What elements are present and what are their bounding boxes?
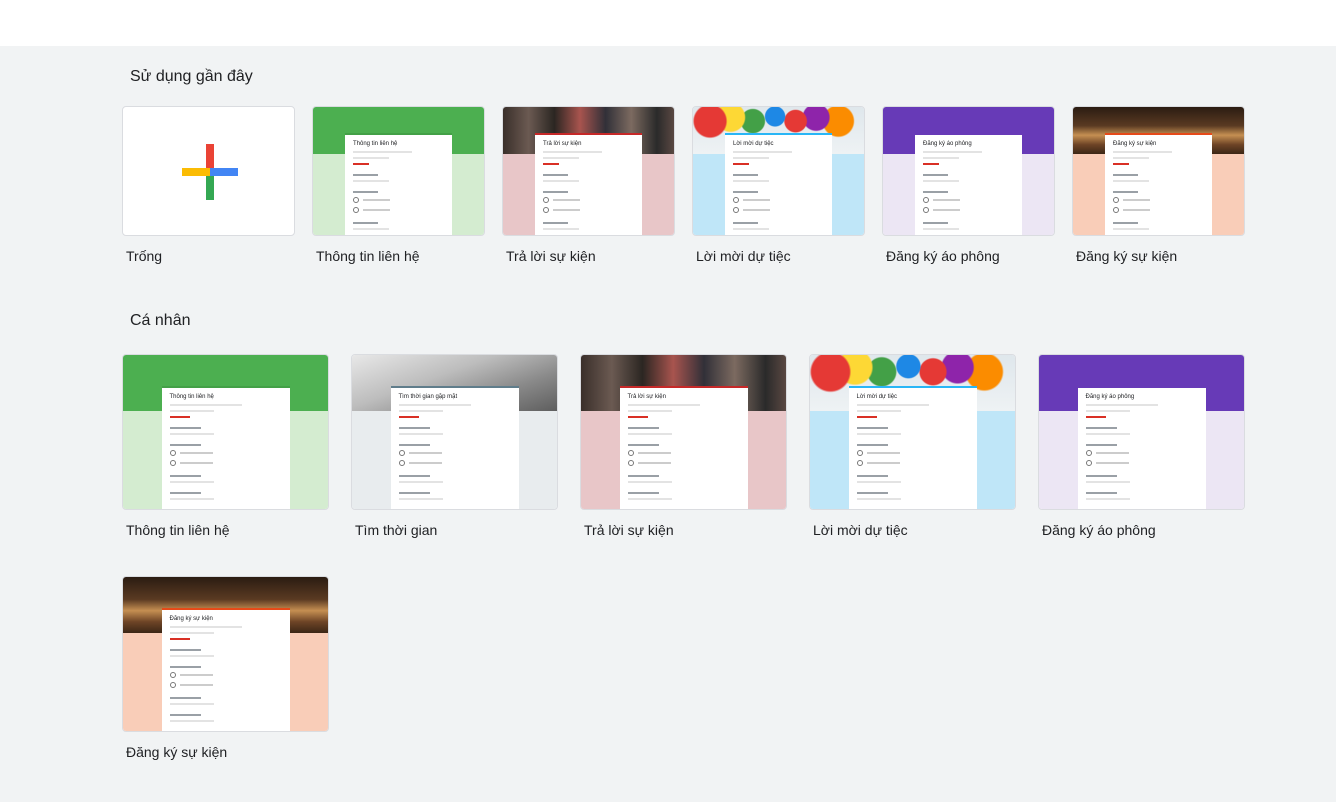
form-title: Lời mời dự tiệc xyxy=(856,393,898,400)
template-label[interactable]: Thông tin liên hệ xyxy=(316,248,420,264)
form-title: Tìm thời gian gặp mặt xyxy=(398,393,458,400)
form-accent-bar xyxy=(915,132,1022,135)
form-title: Thông tin liên hệ xyxy=(169,393,214,400)
template-label[interactable]: Trống xyxy=(126,248,162,264)
form-title: Lời mời dự tiệc xyxy=(733,140,774,147)
template-label[interactable]: Đăng ký sự kiện xyxy=(126,744,227,760)
template-card-blank[interactable]: Trống xyxy=(122,106,295,266)
template-thumbnail[interactable]: Trả lời sự kiện xyxy=(580,354,787,510)
form-accent-bar xyxy=(161,607,290,610)
form-accent-bar xyxy=(1077,385,1206,388)
template-label[interactable]: Trả lời sự kiện xyxy=(506,248,596,264)
template-thumbnail[interactable]: Đăng ký sự kiện xyxy=(1072,106,1245,236)
form-preview: Đăng ký sự kiện xyxy=(161,607,290,731)
template-card-trả-lời-sự-kiện[interactable]: Trả lời sự kiện Trả lời sự kiện xyxy=(502,106,675,266)
form-preview: Đăng ký áo phông xyxy=(1077,385,1206,509)
template-label[interactable]: Đăng ký áo phông xyxy=(886,248,1000,264)
template-label[interactable]: Đăng ký áo phông xyxy=(1042,522,1156,538)
form-accent-bar xyxy=(1105,132,1212,135)
form-title: Đăng ký sự kiện xyxy=(169,615,213,622)
template-thumbnail[interactable]: Trả lời sự kiện xyxy=(502,106,675,236)
form-accent-bar xyxy=(848,385,977,388)
template-thumbnail[interactable]: Lời mời dự tiệc xyxy=(809,354,1016,510)
form-title: Trả lời sự kiện xyxy=(543,140,582,147)
form-accent-bar xyxy=(725,132,832,135)
form-title: Đăng ký áo phông xyxy=(923,140,972,147)
template-thumbnail[interactable]: Đăng ký áo phông xyxy=(882,106,1055,236)
form-title: Trả lời sự kiện xyxy=(627,393,666,400)
template-card-đăng-ký-áo-phông[interactable]: Đăng ký áo phông Đăng ký áo phông xyxy=(882,106,1055,266)
form-preview: Trả lời sự kiện xyxy=(619,385,748,509)
template-thumbnail[interactable]: Thông tin liên hệ xyxy=(312,106,485,236)
form-preview: Đăng ký áo phông xyxy=(915,132,1022,235)
template-label[interactable]: Thông tin liên hệ xyxy=(126,522,230,538)
form-title: Thông tin liên hệ xyxy=(353,140,398,147)
template-thumbnail[interactable]: Tìm thời gian gặp mặt xyxy=(351,354,558,510)
template-card-đăng-ký-sự-kiện[interactable]: Đăng ký sự kiện Đăng ký sự kiện xyxy=(1072,106,1245,266)
template-card-tìm-thời-gian[interactable]: Tìm thời gian gặp mặt Tìm thời gian xyxy=(351,354,558,540)
form-preview: Lời mời dự tiệc xyxy=(725,132,832,235)
form-preview: Lời mời dự tiệc xyxy=(848,385,977,509)
template-card-thông-tin-liên-hệ[interactable]: Thông tin liên hệ Thông tin liên hệ xyxy=(122,354,329,540)
template-label[interactable]: Đăng ký sự kiện xyxy=(1076,248,1177,264)
template-thumbnail[interactable]: Đăng ký áo phông xyxy=(1038,354,1245,510)
template-thumbnail[interactable]: Đăng ký sự kiện xyxy=(122,576,329,732)
plus-icon xyxy=(181,144,238,200)
template-card-đăng-ký-áo-phông[interactable]: Đăng ký áo phông Đăng ký áo phông xyxy=(1038,354,1245,540)
template-thumbnail[interactable]: Lời mời dự tiệc xyxy=(692,106,865,236)
template-card-lời-mời-dự-tiệc[interactable]: Lời mời dự tiệc Lời mời dự tiệc xyxy=(692,106,865,266)
template-thumbnail[interactable]: Thông tin liên hệ xyxy=(122,354,329,510)
form-preview: Thông tin liên hệ xyxy=(161,385,290,509)
template-gallery: Sử dụng gần đây Trống Thông tin liên hệ Th… xyxy=(0,46,1336,802)
form-accent-bar xyxy=(535,132,642,135)
template-card-lời-mời-dự-tiệc[interactable]: Lời mời dự tiệc Lời mời dự tiệc xyxy=(809,354,1016,540)
form-preview: Trả lời sự kiện xyxy=(535,132,642,235)
form-preview: Tìm thời gian gặp mặt xyxy=(390,385,519,509)
template-card-thông-tin-liên-hệ[interactable]: Thông tin liên hệ Thông tin liên hệ xyxy=(312,106,485,266)
template-label[interactable]: Lời mời dự tiệc xyxy=(813,522,908,538)
template-label[interactable]: Trả lời sự kiện xyxy=(584,522,674,538)
template-card-trả-lời-sự-kiện[interactable]: Trả lời sự kiện Trả lời sự kiện xyxy=(580,354,787,540)
template-card-đăng-ký-sự-kiện[interactable]: Đăng ký sự kiện Đăng ký sự kiện xyxy=(122,576,329,762)
form-title: Đăng ký sự kiện xyxy=(1113,140,1157,147)
personal-section-title: Cá nhân xyxy=(130,312,191,329)
form-title: Đăng ký áo phông xyxy=(1085,393,1135,400)
template-label[interactable]: Tìm thời gian xyxy=(355,522,437,538)
recent-section-title: Sử dụng gần đây xyxy=(130,68,253,85)
form-accent-bar xyxy=(345,132,452,135)
form-accent-bar xyxy=(619,385,748,388)
form-accent-bar xyxy=(390,385,519,388)
form-preview: Đăng ký sự kiện xyxy=(1105,132,1212,235)
template-label[interactable]: Lời mời dự tiệc xyxy=(696,248,791,264)
template-thumbnail[interactable] xyxy=(122,106,295,236)
form-accent-bar xyxy=(161,385,290,388)
top-bar xyxy=(0,0,1336,46)
form-preview: Thông tin liên hệ xyxy=(345,132,452,235)
